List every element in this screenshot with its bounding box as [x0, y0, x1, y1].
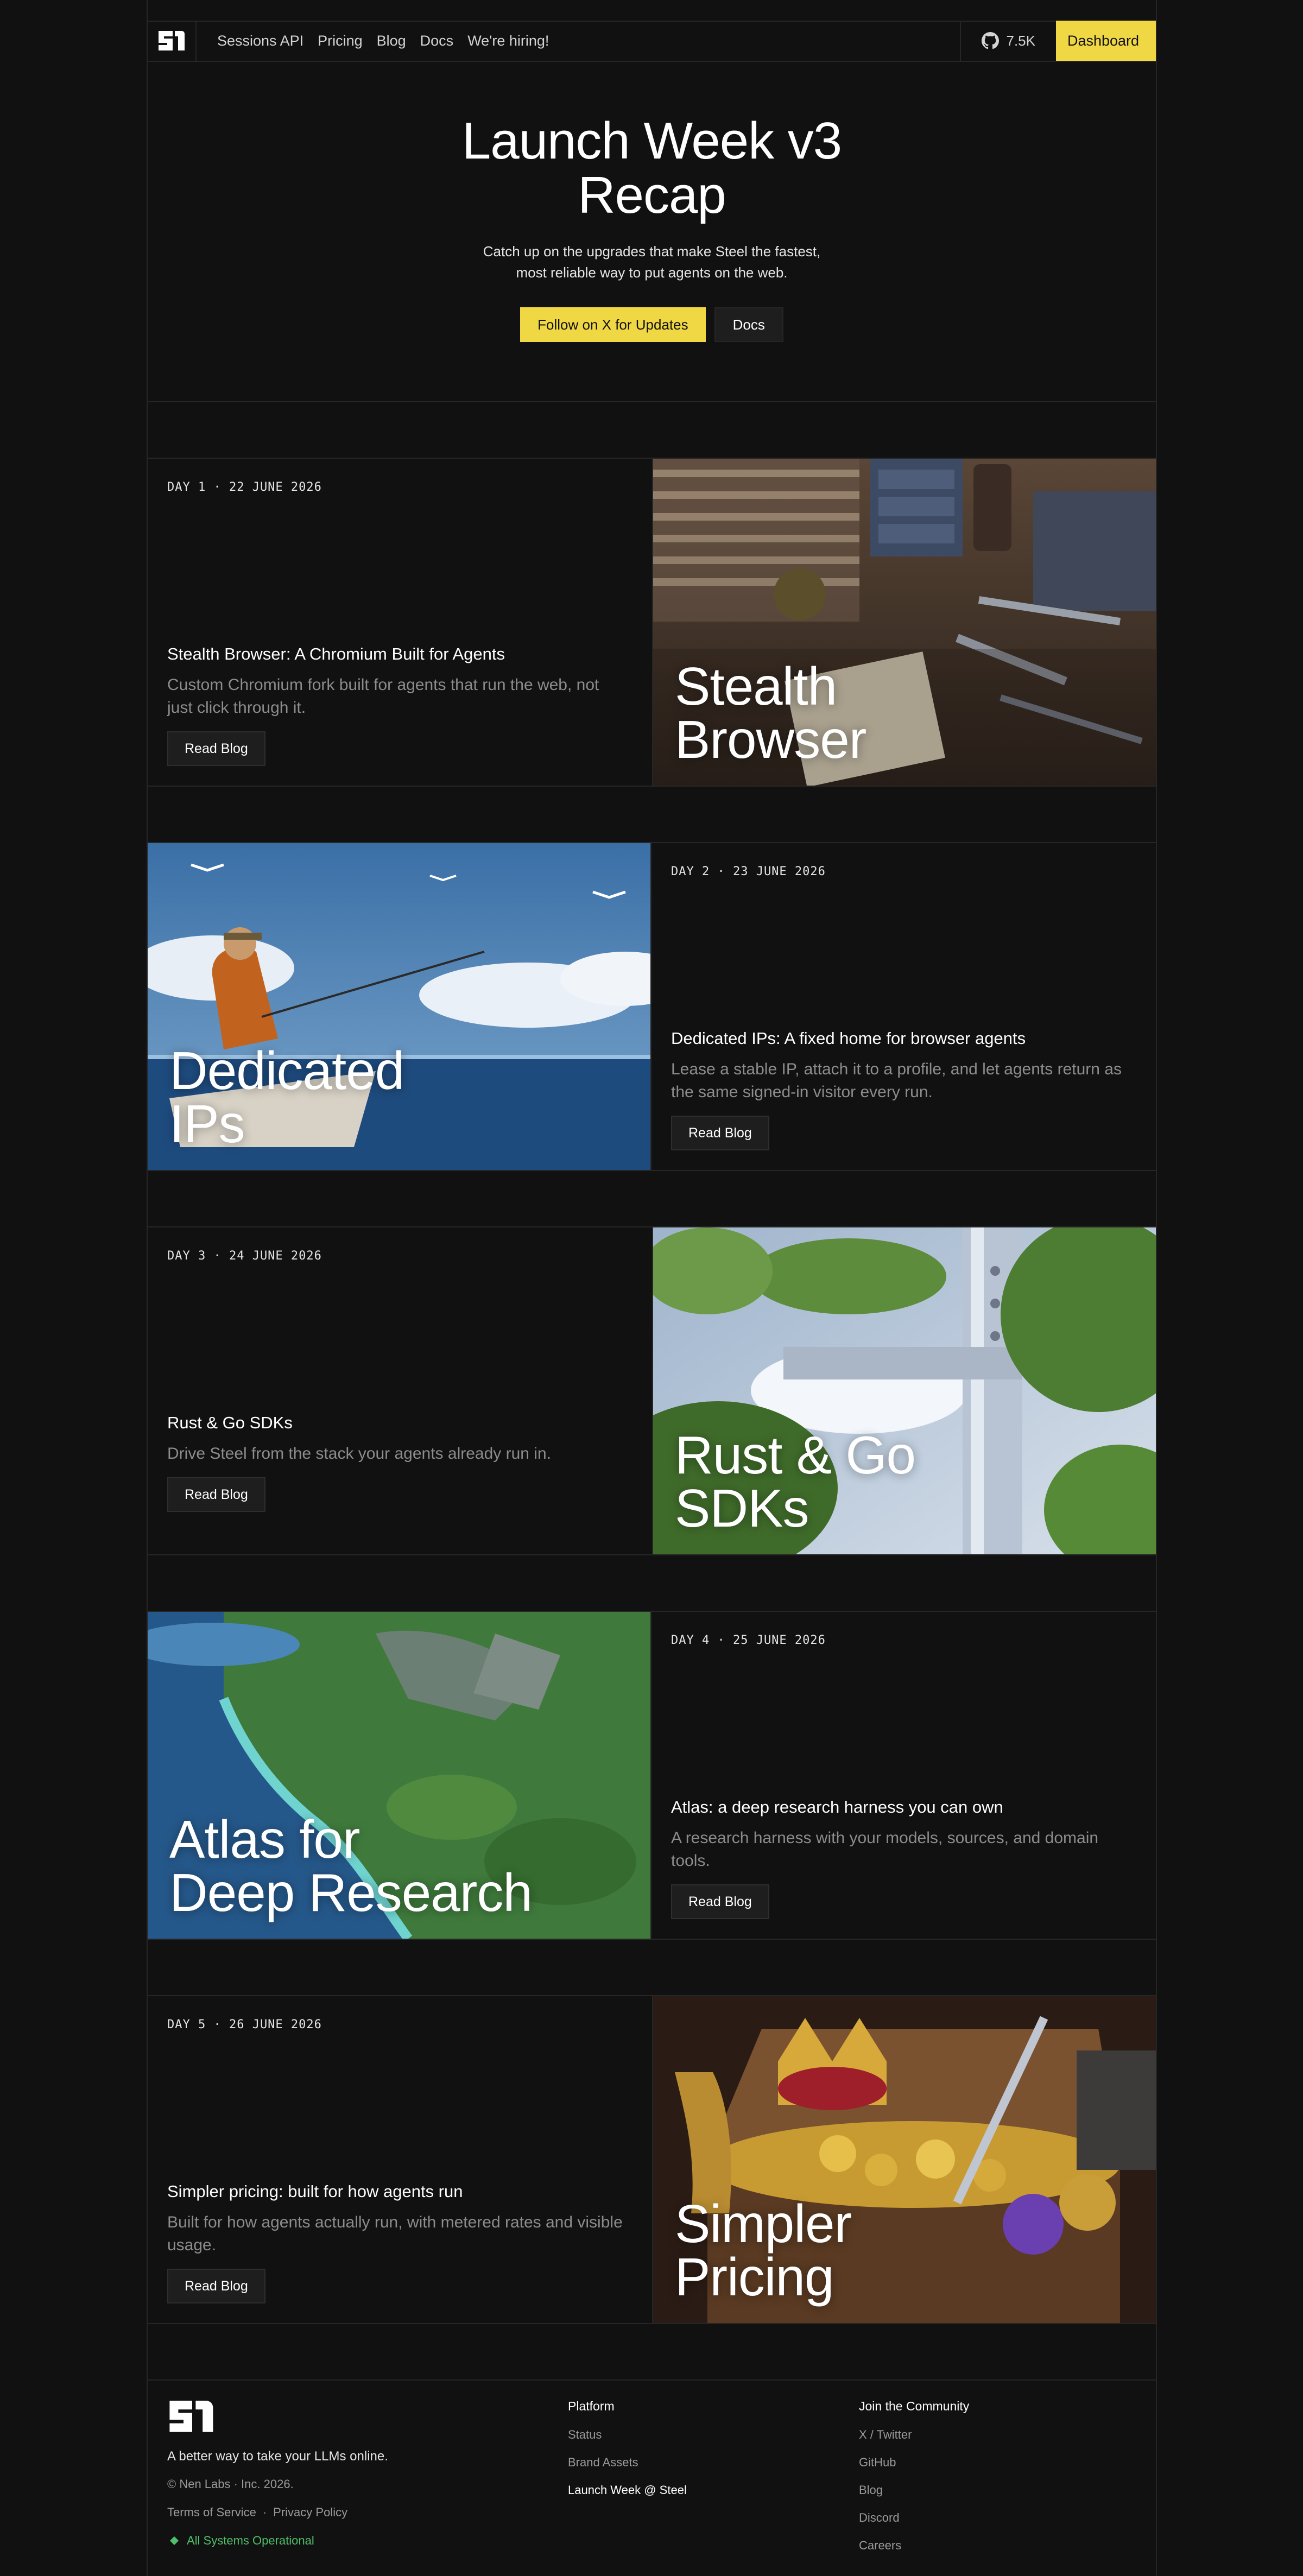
footer: A better way to take your LLMs online. ©… — [148, 2379, 1156, 2576]
section-title: Simpler pricing: built for how agents ru… — [167, 2182, 463, 2201]
launch-day-1: DAY 1 · 22 JUNE 2026 Stealth Browser: A … — [148, 459, 1156, 786]
section-description: Custom Chromium fork built for agents th… — [167, 676, 599, 717]
steel-logo-icon — [159, 31, 185, 50]
launch-day-5: DAY 5 · 26 JUNE 2026 Simpler pricing: bu… — [148, 1996, 1156, 2323]
nav-hiring[interactable]: We're hiring! — [467, 33, 549, 49]
footer-link-twitter[interactable]: X / Twitter — [859, 2428, 969, 2455]
simpler-pricing-image: Simpler Pricing — [652, 1996, 1156, 2323]
divider — [147, 786, 1157, 787]
section-title: Atlas: a deep research harness you can o… — [671, 1797, 1003, 1817]
footer-link-careers[interactable]: Careers — [859, 2539, 969, 2566]
rust-go-image: Rust & Go SDKs — [652, 1227, 1156, 1554]
read-blog-button[interactable]: Read Blog — [167, 1477, 265, 1512]
day-label: DAY 3 · 24 JUNE 2026 — [167, 1249, 322, 1263]
image-title: Rust & Go SDKs — [675, 1425, 916, 1538]
hero-subtitle: Catch up on the upgrades that make Steel… — [483, 243, 821, 281]
community-heading: Join the Community — [859, 2399, 970, 2413]
read-blog-button[interactable]: Read Blog — [167, 2269, 265, 2303]
section-title: Stealth Browser: A Chromium Built for Ag… — [167, 644, 505, 663]
stealth-browser-image: Stealth Browser — [652, 459, 1156, 786]
section-title: Dedicated IPs: A fixed home for browser … — [671, 1029, 1026, 1048]
footer-link-discord[interactable]: Discord — [859, 2511, 969, 2539]
section-title: Rust & Go SDKs — [167, 1413, 293, 1432]
section-description: A research harness with your models, sou… — [671, 1829, 1099, 1870]
steel-logo-icon — [169, 2401, 213, 2432]
legal-separator: · — [262, 2505, 267, 2519]
top-nav: Sessions API Pricing Blog Docs We're hir… — [148, 21, 1156, 61]
github-icon — [981, 32, 999, 49]
launch-day-2: Dedicated IPs DAY 2 · 23 JUNE 2026 Dedic… — [148, 843, 1156, 1170]
nav-docs[interactable]: Docs — [420, 33, 454, 49]
divider — [147, 401, 1157, 402]
read-blog-button[interactable]: Read Blog — [671, 1884, 769, 1919]
nav-sessions-api[interactable]: Sessions API — [217, 33, 303, 49]
day-label: DAY 2 · 23 JUNE 2026 — [671, 865, 826, 878]
footer-logo[interactable] — [167, 2399, 217, 2436]
day-label: DAY 1 · 22 JUNE 2026 — [167, 480, 322, 494]
section-description: Drive Steel from the stack your agents a… — [167, 1445, 551, 1463]
section-description: Lease a stable IP, attach it to a profil… — [671, 1060, 1122, 1101]
section-description: Built for how agents actually run, with … — [167, 2213, 623, 2254]
dedicated-ips-image: Dedicated IPs — [148, 843, 652, 1170]
divider — [147, 1554, 1157, 1555]
terms-link[interactable]: Terms of Service — [167, 2505, 256, 2520]
hero: Launch Week v3 Recap Catch up on the upg… — [148, 61, 1156, 342]
image-title: Simpler Pricing — [675, 2194, 852, 2307]
launch-day-3: DAY 3 · 24 JUNE 2026 Rust & Go SDKs Driv… — [148, 1227, 1156, 1554]
status-indicator[interactable]: All Systems Operational — [169, 2534, 314, 2548]
image-title: Stealth Browser — [675, 656, 866, 769]
footer-link-github[interactable]: GitHub — [859, 2455, 969, 2483]
day-label: DAY 4 · 25 JUNE 2026 — [671, 1634, 826, 1647]
image-title: Atlas for Deep Research — [169, 1809, 533, 1922]
footer-link-launch-week[interactable]: Launch Week @ Steel — [568, 2483, 687, 2511]
footer-tagline: A better way to take your LLMs online. — [167, 2449, 388, 2464]
dashboard-button[interactable]: Dashboard — [1056, 21, 1156, 61]
read-blog-button[interactable]: Read Blog — [671, 1116, 769, 1150]
title-line-1: Launch Week v3 — [461, 112, 842, 170]
divider — [147, 1939, 1157, 1940]
divider — [147, 1170, 1157, 1171]
day-label: DAY 5 · 26 JUNE 2026 — [167, 2018, 322, 2031]
nav-pricing[interactable]: Pricing — [318, 33, 363, 49]
follow-x-button[interactable]: Follow on X for Updates — [520, 307, 706, 342]
github-link[interactable]: 7.5K — [959, 21, 1057, 61]
footer-link-brand-assets[interactable]: Brand Assets — [568, 2455, 687, 2483]
divider — [147, 2323, 1157, 2324]
github-stars: 7.5K — [1006, 32, 1036, 49]
platform-heading: Platform — [568, 2399, 615, 2413]
page-title: Launch Week v3 Recap — [148, 114, 1156, 223]
docs-button[interactable]: Docs — [714, 307, 783, 342]
footer-platform-column: Platform Status Brand Assets Launch Week… — [568, 2399, 687, 2511]
image-title: Dedicated IPs — [169, 1041, 404, 1154]
nav-blog[interactable]: Blog — [377, 33, 406, 49]
footer-copyright: © Nen Labs · Inc. 2026. — [167, 2477, 294, 2491]
footer-link-status[interactable]: Status — [568, 2428, 687, 2455]
title-line-2: Recap — [578, 166, 726, 224]
logo-link[interactable] — [148, 21, 197, 61]
privacy-link[interactable]: Privacy Policy — [273, 2505, 347, 2520]
status-text: All Systems Operational — [187, 2534, 314, 2547]
read-blog-button[interactable]: Read Blog — [167, 731, 265, 766]
footer-link-blog[interactable]: Blog — [859, 2483, 969, 2511]
atlas-image: Atlas for Deep Research — [148, 1612, 652, 1939]
status-diamond-icon — [170, 2536, 179, 2545]
footer-community-column: Join the Community X / Twitter GitHub Bl… — [859, 2399, 969, 2566]
launch-day-4: Atlas for Deep Research DAY 4 · 25 JUNE … — [148, 1612, 1156, 1939]
